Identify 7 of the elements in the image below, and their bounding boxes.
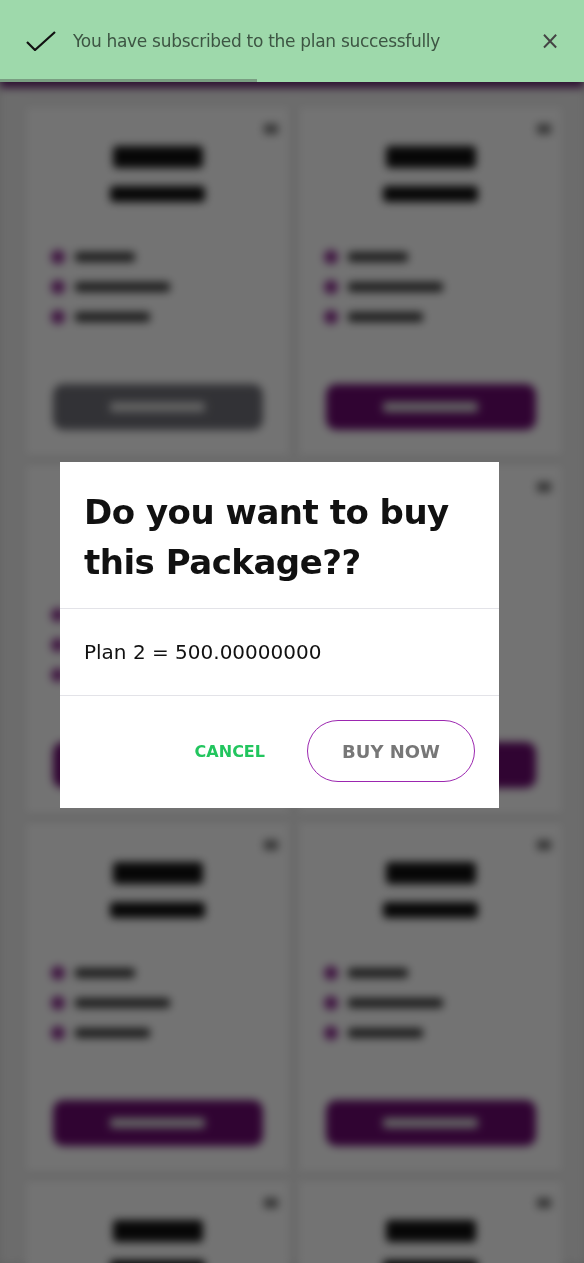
dialog-title: Do you want to buy this Package??	[60, 462, 499, 609]
buy-now-button[interactable]: BUY NOW	[307, 720, 475, 782]
close-button[interactable]: ×	[535, 27, 564, 55]
dialog-message: Plan 2 = 500.00000000	[60, 609, 499, 696]
toast-message: You have subscribed to the plan successfully	[73, 31, 442, 51]
checkmark-icon	[26, 31, 56, 51]
cancel-button[interactable]: CANCEL	[192, 733, 267, 769]
